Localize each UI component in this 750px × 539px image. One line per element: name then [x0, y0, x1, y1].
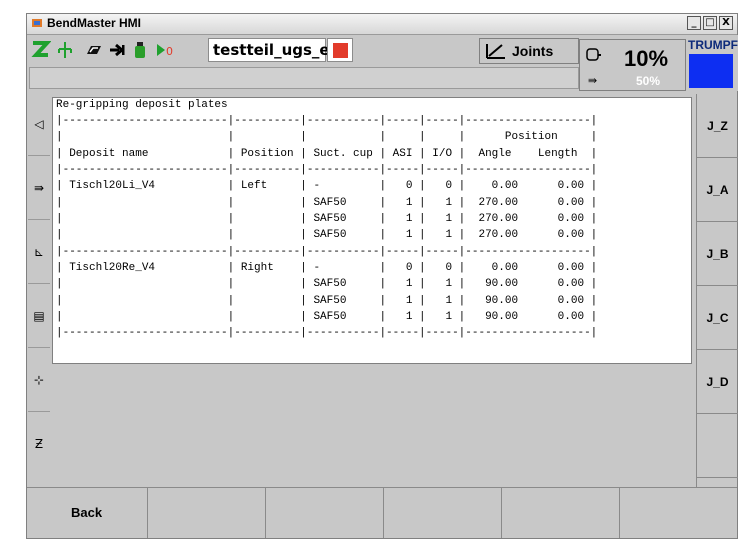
joints-label: Joints — [512, 43, 554, 59]
table-line: | Tischl20Re_V4 | Right | - | 0 | 0 | 0.… — [56, 261, 598, 274]
auto-speed-icon: ⇛ — [588, 74, 598, 87]
deposit-plates-panel: Re-gripping deposit plates |------------… — [52, 97, 692, 364]
table-line: |-------------------------|----------|--… — [56, 327, 598, 340]
right-empty-button-1[interactable] — [696, 414, 738, 478]
panel-icon[interactable]: ▤ — [28, 284, 50, 348]
speed-sub-value: 50% — [636, 74, 661, 88]
hmi-window: BendMaster HMI _ □ X 0 testteil_ugs_en J… — [26, 13, 738, 539]
right-button-column: J_Z J_A J_B J_C J_D — [696, 94, 738, 487]
crosshair-icon[interactable]: ⊹ — [28, 348, 50, 412]
table-line: |-------------------------|----------|--… — [56, 163, 598, 176]
robot-axis-icon[interactable] — [55, 40, 75, 60]
z-axis-icon[interactable]: Ƶ — [28, 412, 50, 476]
bottom-button-3[interactable] — [266, 487, 384, 538]
right-empty-button-2[interactable] — [696, 478, 738, 487]
j-b-button[interactable]: J_B — [696, 222, 738, 286]
triangle-left-icon[interactable]: ◁ — [28, 92, 50, 156]
bottom-button-bar: Back — [27, 487, 737, 538]
brand-logo: TRUMPF — [688, 38, 738, 52]
table-line: | | | SAF50 | 1 | 1 | 270.00 0.00 | — [56, 212, 598, 225]
java-app-icon — [32, 19, 42, 27]
table-line: | | | SAF50 | 1 | 1 | 270.00 0.00 | — [56, 196, 598, 209]
table-line: |-------------------------|----------|--… — [56, 115, 598, 127]
program-name-field[interactable]: testteil_ugs_en — [208, 38, 340, 62]
empty-area — [52, 365, 695, 487]
power-off-icon[interactable]: 0 — [155, 40, 181, 60]
bottom-button-6[interactable] — [620, 487, 737, 538]
minimize-button[interactable]: _ — [687, 16, 701, 30]
j-a-button[interactable]: J_A — [696, 158, 738, 222]
arrow-right-icon[interactable] — [107, 40, 127, 60]
status-bar — [29, 67, 579, 89]
window-title: BendMaster HMI — [47, 16, 142, 30]
bottle-icon[interactable] — [131, 40, 151, 60]
stop-indicator[interactable] — [327, 38, 353, 62]
axis-z-icon[interactable] — [31, 40, 51, 60]
speed-panel: 10% ⇛ 50% — [579, 39, 686, 91]
table-line: |-------------------------|----------|--… — [56, 245, 598, 258]
speed-value: 10% — [624, 46, 669, 71]
hand-speed-icon — [586, 48, 601, 61]
joints-icon — [486, 44, 505, 59]
joints-button[interactable]: Joints — [479, 38, 579, 64]
table-line: | Deposit name | Position | Suct. cup | … — [56, 147, 598, 160]
table-line: | Tischl20Li_V4 | Left | - | 0 | 0 | 0.0… — [56, 180, 598, 193]
bottom-button-5[interactable] — [502, 487, 620, 538]
deposit-table: |-------------------------|----------|--… — [56, 113, 597, 342]
gripper-icon[interactable] — [83, 40, 103, 60]
j-z-button[interactable]: J_Z — [696, 94, 738, 158]
back-button[interactable]: Back — [27, 487, 148, 538]
j-c-button[interactable]: J_C — [696, 286, 738, 350]
table-line: | | | SAF50 | 1 | 1 | 90.00 0.00 | — [56, 310, 598, 323]
brand-color-block — [689, 54, 733, 88]
svg-text:0: 0 — [166, 45, 173, 58]
table-line: | | | | | | Position | — [56, 131, 598, 144]
bottom-button-2[interactable] — [148, 487, 266, 538]
table-line: | | | SAF50 | 1 | 1 | 90.00 0.00 | — [56, 294, 598, 307]
left-button-column: ◁ ⇛ ⊾ ▤ ⊹ Ƶ — [28, 92, 50, 487]
table-line: | | | SAF50 | 1 | 1 | 90.00 0.00 | — [56, 278, 598, 291]
bottom-button-4[interactable] — [384, 487, 502, 538]
stop-square-icon — [333, 43, 348, 58]
title-bar: BendMaster HMI _ □ X — [27, 14, 737, 35]
panel-heading: Re-gripping deposit plates — [56, 99, 228, 111]
table-line: | | | SAF50 | 1 | 1 | 270.00 0.00 | — [56, 229, 598, 242]
axes-icon[interactable]: ⊾ — [28, 220, 50, 284]
maximize-button[interactable]: □ — [703, 16, 717, 30]
arrow-into-icon[interactable]: ⇛ — [28, 156, 50, 220]
brand-panel: TRUMPF — [686, 35, 738, 91]
j-d-button[interactable]: J_D — [696, 350, 738, 414]
close-button[interactable]: X — [719, 16, 733, 30]
